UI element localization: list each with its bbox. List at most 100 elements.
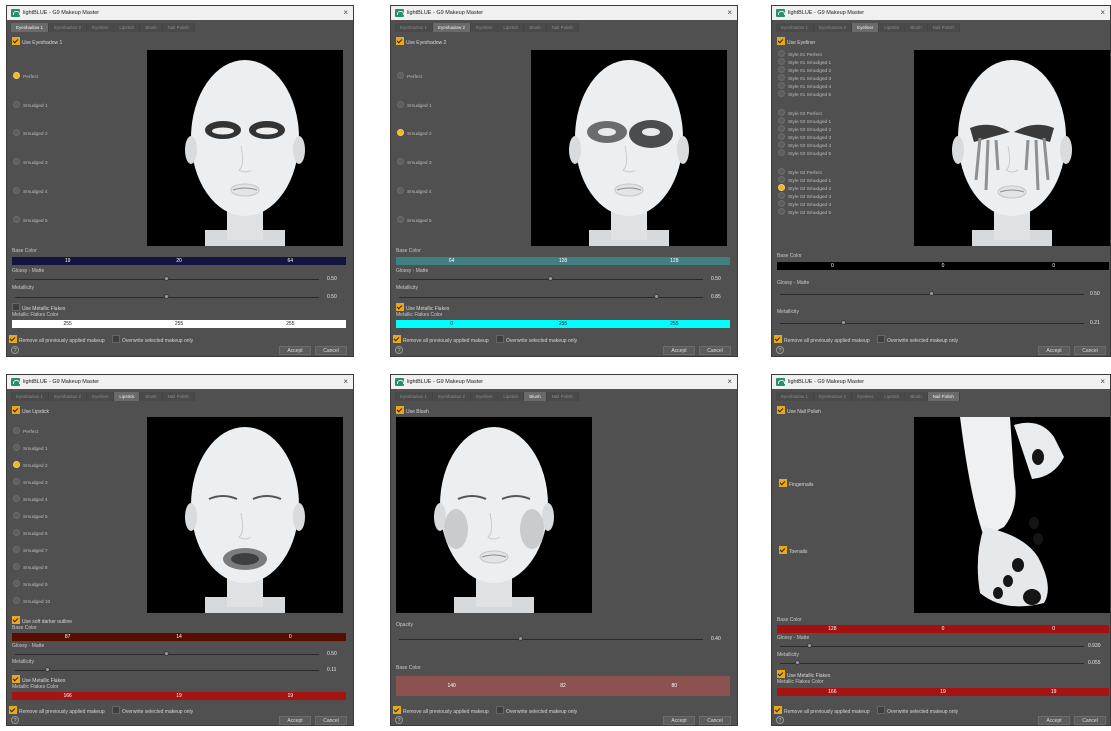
help-icon[interactable]: ? (776, 346, 784, 354)
radio-perfect[interactable]: Perfect (397, 72, 422, 80)
metallicity-slider[interactable] (780, 320, 1084, 326)
radio-smudged-1[interactable]: Smudged 1 (397, 101, 432, 109)
tab-blush[interactable]: Blush (524, 23, 547, 32)
tab-nail-polish[interactable]: Nail Polish (546, 23, 579, 32)
radio-style03-smudged4[interactable]: Style 03 Smudged 4 (778, 200, 831, 208)
accept-button[interactable]: Accept (663, 716, 695, 725)
tab-eyeshadow-2[interactable]: Eyeshadow 2 (433, 23, 472, 32)
close-icon[interactable]: × (343, 375, 348, 389)
radio-smudged-5[interactable]: Smudged 5 (13, 216, 48, 224)
radio-smudged-10[interactable]: Smudged 10 (13, 597, 50, 605)
tab-eyeshadow-1[interactable]: Eyeshadow 1 (776, 392, 815, 401)
tab-lipstick[interactable]: Lipstick (114, 392, 141, 401)
radio-style03-smudged3[interactable]: Style 03 Smudged 3 (778, 192, 831, 200)
glossy-matte-slider[interactable] (15, 276, 319, 282)
overwrite-selected-checkbox[interactable]: Overwrite selected makeup only (112, 335, 193, 344)
tab-eyeshadow-1[interactable]: Eyeshadow 1 (395, 23, 434, 32)
tab-nail-polish[interactable]: Nail Polish (927, 23, 960, 32)
metallicity-slider[interactable] (399, 294, 703, 300)
radio-smudged-5[interactable]: Smudged 5 (397, 216, 432, 224)
help-icon[interactable]: ? (11, 716, 19, 724)
radio-smudged-2[interactable]: Smudged 2 (13, 129, 48, 137)
accept-button[interactable]: Accept (279, 346, 311, 355)
remove-previous-checkbox[interactable]: Remove all previously applied makeup (393, 706, 489, 715)
use-eyeshadow2-checkbox[interactable]: Use Eyeshadow 2 (396, 37, 446, 46)
tab-eyeshadow-2[interactable]: Eyeshadow 2 (814, 392, 853, 401)
use-metallic-flakes-checkbox[interactable]: Use Metallic Flakes (777, 670, 830, 679)
radio-style02-smudged2[interactable]: Style 02 Smudged 2 (778, 125, 831, 133)
help-icon[interactable]: ? (395, 346, 403, 354)
radio-style01-smudged4[interactable]: Style 01 Smudged 4 (778, 82, 831, 90)
tab-eyeliner[interactable]: Eyeliner (852, 392, 880, 401)
radio-smudged-6[interactable]: Smudged 6 (13, 529, 48, 537)
metallicity-slider[interactable] (15, 667, 319, 673)
overwrite-selected-checkbox[interactable]: Overwrite selected makeup only (496, 335, 577, 344)
radio-perfect[interactable]: Perfect (13, 72, 38, 80)
overwrite-selected-checkbox[interactable]: Overwrite selected makeup only (496, 706, 577, 715)
radio-smudged-9[interactable]: Smudged 9 (13, 580, 48, 588)
radio-smudged-3[interactable]: Smudged 3 (397, 158, 432, 166)
remove-previous-checkbox[interactable]: Remove all previously applied makeup (774, 335, 870, 344)
cancel-button[interactable]: Cancel (699, 716, 731, 725)
radio-smudged-3[interactable]: Smudged 3 (13, 478, 48, 486)
fingernails-checkbox[interactable]: Fingernails (779, 479, 813, 488)
radio-smudged-1[interactable]: Smudged 1 (13, 444, 48, 452)
tab-lipstick[interactable]: Lipstick (498, 23, 525, 32)
slider-knob[interactable] (795, 660, 801, 665)
metallicity-slider[interactable] (780, 660, 1084, 666)
tab-blush[interactable]: Blush (905, 392, 928, 401)
radio-style03-smudged5[interactable]: Style 03 Smudged 5 (778, 208, 831, 216)
tab-blush[interactable]: Blush (140, 392, 163, 401)
base-color-bar[interactable]: 140 82 80 (396, 676, 730, 696)
accept-button[interactable]: Accept (1038, 346, 1070, 355)
radio-style01-smudged2[interactable]: Style 01 Smudged 2 (778, 66, 831, 74)
radio-style03-perfect[interactable]: Style 03 Perfect (778, 168, 822, 176)
radio-smudged-4[interactable]: Smudged 4 (13, 495, 48, 503)
use-metallic-flakes-checkbox[interactable]: Use Metallic Flakes (12, 675, 65, 684)
use-metallic-flakes-checkbox[interactable]: Use Metallic Flakes (396, 303, 449, 312)
cancel-button[interactable]: Cancel (315, 346, 347, 355)
slider-knob[interactable] (164, 294, 169, 299)
tab-eyeshadow-1[interactable]: Eyeshadow 1 (776, 23, 815, 32)
glossy-matte-slider[interactable] (780, 643, 1084, 649)
radio-smudged-2[interactable]: Smudged 2 (13, 461, 48, 469)
use-metallic-flakes-checkbox[interactable]: Use Metallic Flakes (12, 303, 65, 312)
tab-nail-polish[interactable]: Nail Polish (927, 392, 960, 401)
glossy-matte-slider[interactable] (15, 651, 319, 657)
radio-smudged-7[interactable]: Smudged 7 (13, 546, 48, 554)
tab-eyeshadow-2[interactable]: Eyeshadow 2 (814, 23, 853, 32)
radio-smudged-8[interactable]: Smudged 8 (13, 563, 48, 571)
radio-style02-smudged5[interactable]: Style 02 Smudged 5 (778, 149, 831, 157)
close-icon[interactable]: × (1100, 375, 1105, 389)
slider-knob[interactable] (548, 276, 553, 281)
use-blush-checkbox[interactable]: Use Blush (396, 406, 429, 415)
slider-knob[interactable] (654, 294, 660, 299)
slider-knob[interactable] (45, 667, 51, 672)
tab-eyeshadow-2[interactable]: Eyeshadow 2 (49, 23, 88, 32)
slider-knob[interactable] (929, 291, 934, 296)
toenails-checkbox[interactable]: Toenails (779, 546, 807, 555)
radio-style01-smudged3[interactable]: Style 01 Smudged 3 (778, 74, 831, 82)
close-icon[interactable]: × (727, 375, 732, 389)
radio-smudged-3[interactable]: Smudged 3 (13, 158, 48, 166)
tab-blush[interactable]: Blush (140, 23, 163, 32)
help-icon[interactable]: ? (11, 346, 19, 354)
slider-knob[interactable] (164, 651, 169, 656)
radio-style01-smudged1[interactable]: Style 01 Smudged 1 (778, 58, 831, 66)
close-icon[interactable]: × (343, 6, 348, 20)
tab-nail-polish[interactable]: Nail Polish (546, 392, 579, 401)
base-color-bar[interactable]: 19 20 64 (12, 257, 346, 265)
radio-style02-smudged3[interactable]: Style 02 Smudged 3 (778, 133, 831, 141)
accept-button[interactable]: Accept (279, 716, 311, 725)
metallicity-slider[interactable] (15, 294, 319, 300)
radio-smudged-4[interactable]: Smudged 4 (13, 187, 48, 195)
radio-style01-smudged5[interactable]: Style 01 Smudged 5 (778, 90, 831, 98)
remove-previous-checkbox[interactable]: Remove all previously applied makeup (9, 335, 105, 344)
slider-knob[interactable] (164, 276, 169, 281)
slider-knob[interactable] (840, 320, 846, 325)
tab-eyeshadow-2[interactable]: Eyeshadow 2 (49, 392, 88, 401)
radio-style02-smudged1[interactable]: Style 02 Smudged 1 (778, 117, 831, 125)
tab-eyeliner[interactable]: Eyeliner (471, 392, 499, 401)
tab-lipstick[interactable]: Lipstick (498, 392, 525, 401)
tab-eyeshadow-1[interactable]: Eyeshadow 1 (11, 392, 50, 401)
